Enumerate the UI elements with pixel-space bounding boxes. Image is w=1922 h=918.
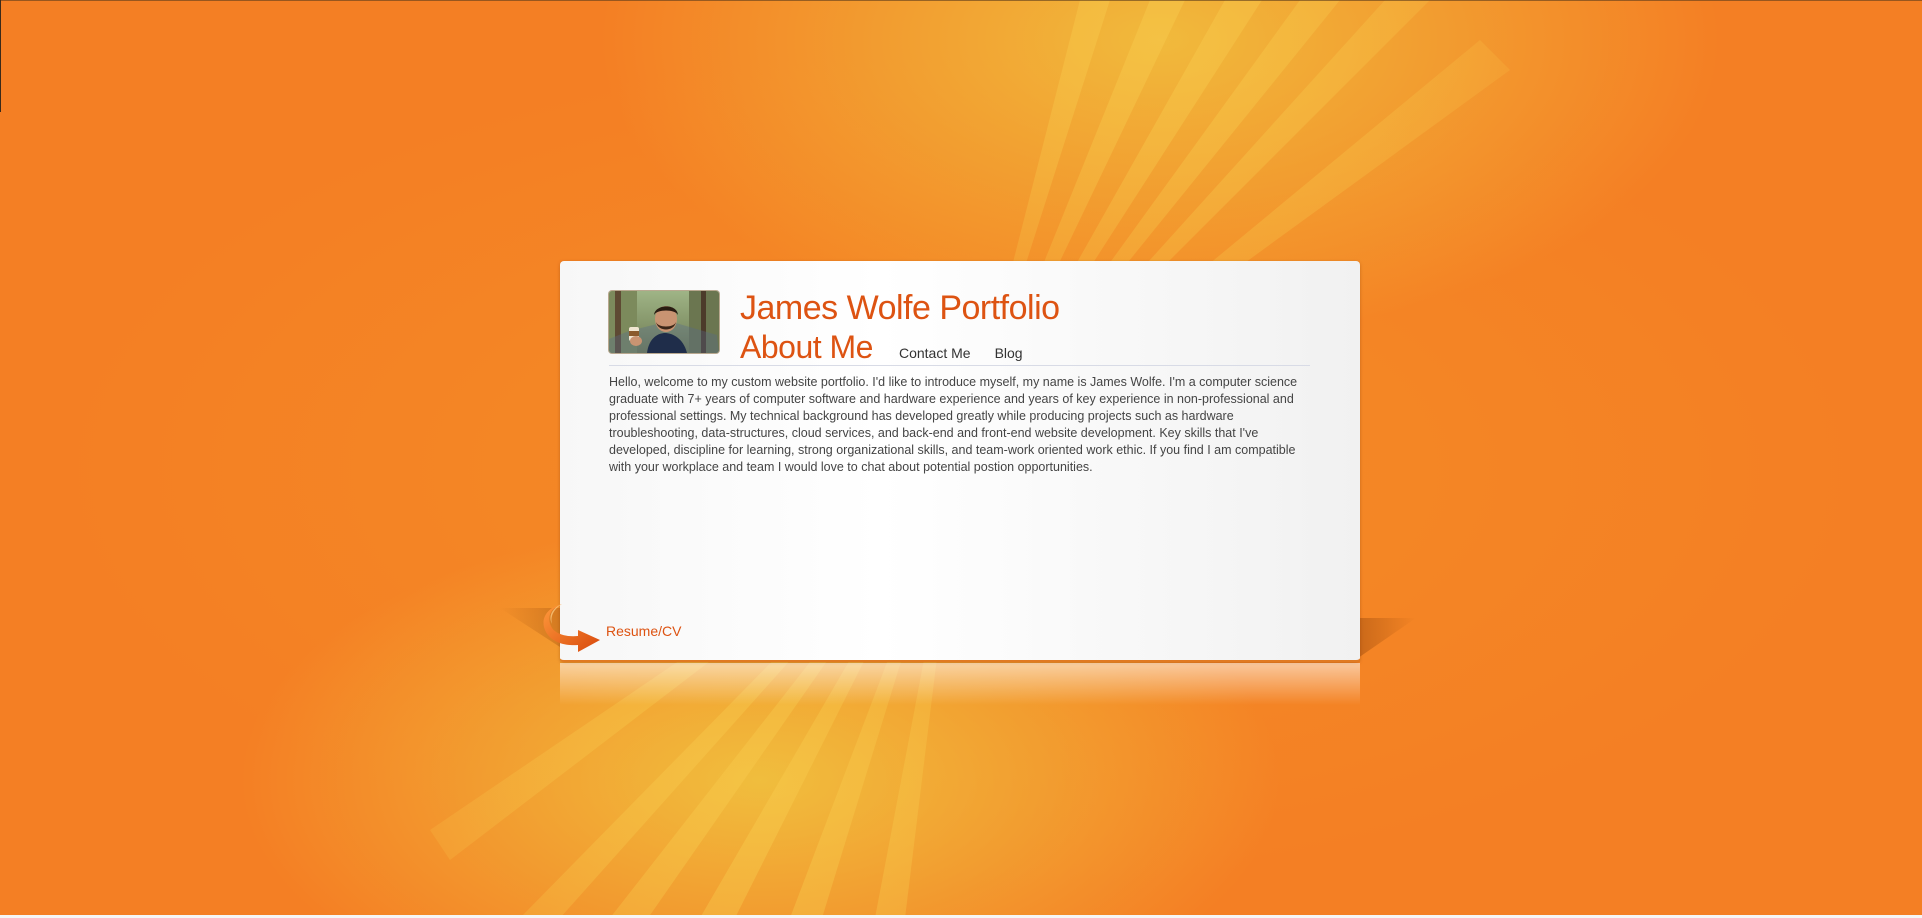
header-divider [609, 365, 1310, 366]
profile-avatar [609, 291, 719, 353]
main-nav: About Me Contact Me Blog [740, 329, 1047, 366]
top-edge-line [0, 0, 1922, 1]
nav-item-contact-me[interactable]: Contact Me [899, 345, 971, 361]
nav-item-blog[interactable]: Blog [995, 345, 1023, 361]
about-paragraph: Hello, welcome to my custom website port… [609, 375, 1298, 474]
left-edge-line [0, 0, 1, 112]
card-reflection [560, 663, 1360, 705]
site-title: James Wolfe Portfolio [740, 289, 1060, 327]
nav-item-about-me[interactable]: About Me [740, 329, 873, 366]
resume-cv-link[interactable]: Resume/CV [606, 623, 681, 639]
card-shadow-right [1358, 618, 1416, 658]
curved-arrow-icon [543, 604, 600, 652]
profile-photo-image [609, 291, 719, 353]
content-card: James Wolfe Portfolio About Me Contact M… [560, 261, 1360, 662]
